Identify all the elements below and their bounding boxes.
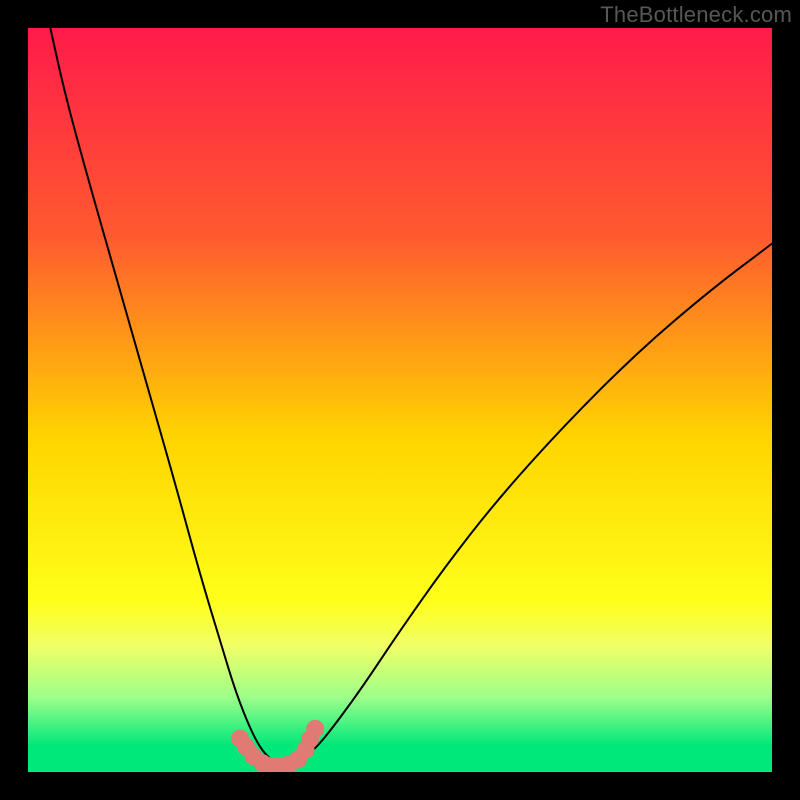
chart-frame: TheBottleneck.com [0,0,800,800]
chart-svg [28,28,772,772]
gradient-background [28,28,772,772]
plot-area [28,28,772,772]
bottleneck-markers-point [306,720,324,738]
watermark-text: TheBottleneck.com [600,2,792,28]
